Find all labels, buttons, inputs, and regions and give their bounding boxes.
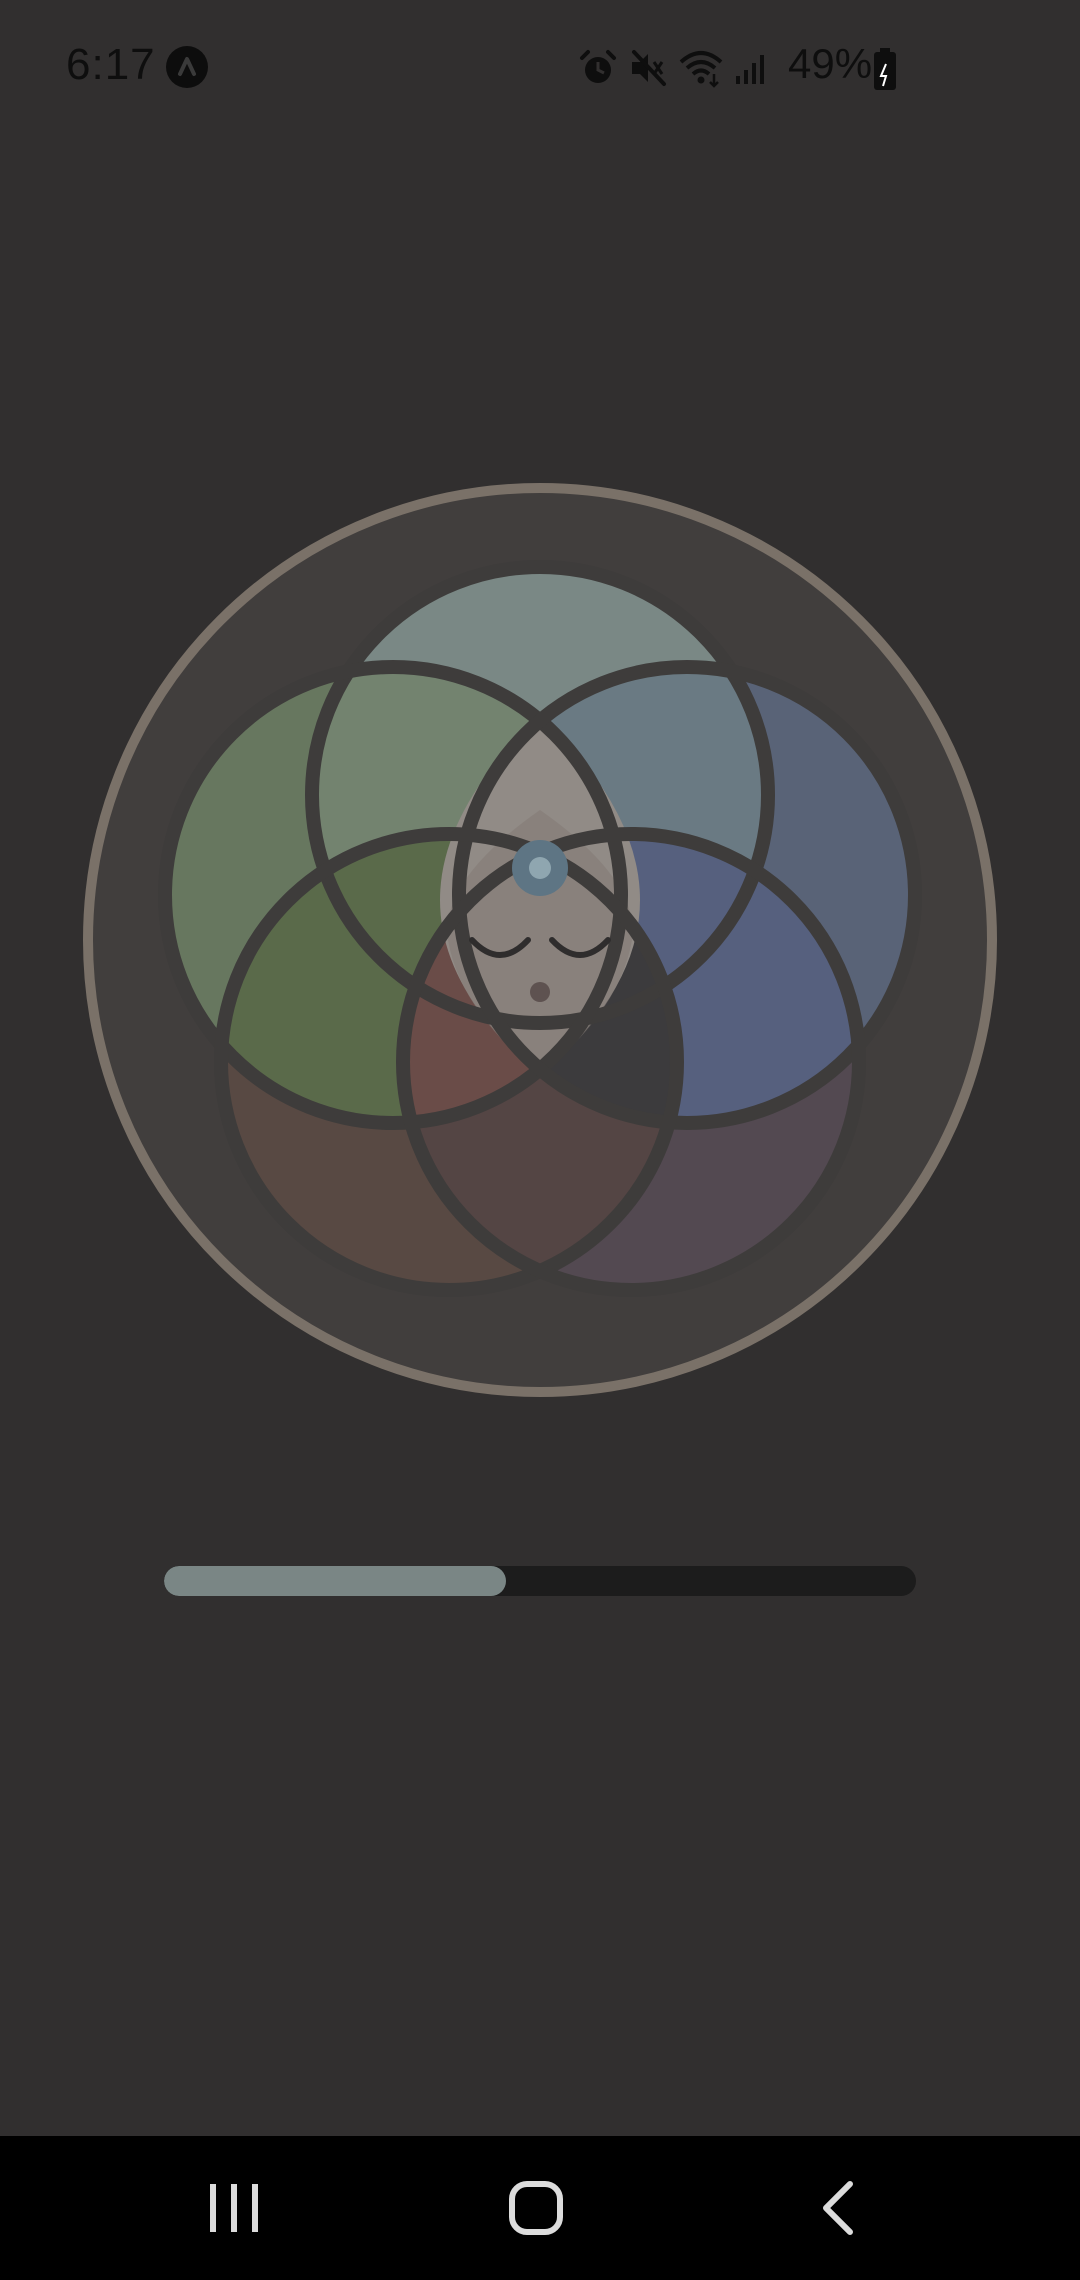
mouth-dot [530,982,550,1002]
meditation-app-logo [83,483,997,1397]
wifi-icon [679,51,723,88]
battery-icon [874,48,896,90]
recents-icon [210,2184,258,2232]
alarm-icon [580,50,616,83]
home-button[interactable] [456,2136,616,2280]
loading-progress-bar [164,1566,916,1596]
recents-button[interactable] [154,2136,314,2280]
app-notification-icon [166,46,208,88]
back-icon [823,2181,853,2235]
status-bar: 6:17 49% [0,0,1080,136]
splash-screen: 6:17 49% [0,0,1080,2280]
battery-percentage: 49% [788,40,873,87]
status-time: 6:17 [66,40,156,89]
vibrate-mute-icon [632,50,666,86]
loading-progress-fill [164,1566,506,1596]
signal-icon [736,55,764,84]
home-icon [509,2181,563,2235]
back-button[interactable] [758,2136,918,2280]
navigation-bar [0,2136,1080,2280]
